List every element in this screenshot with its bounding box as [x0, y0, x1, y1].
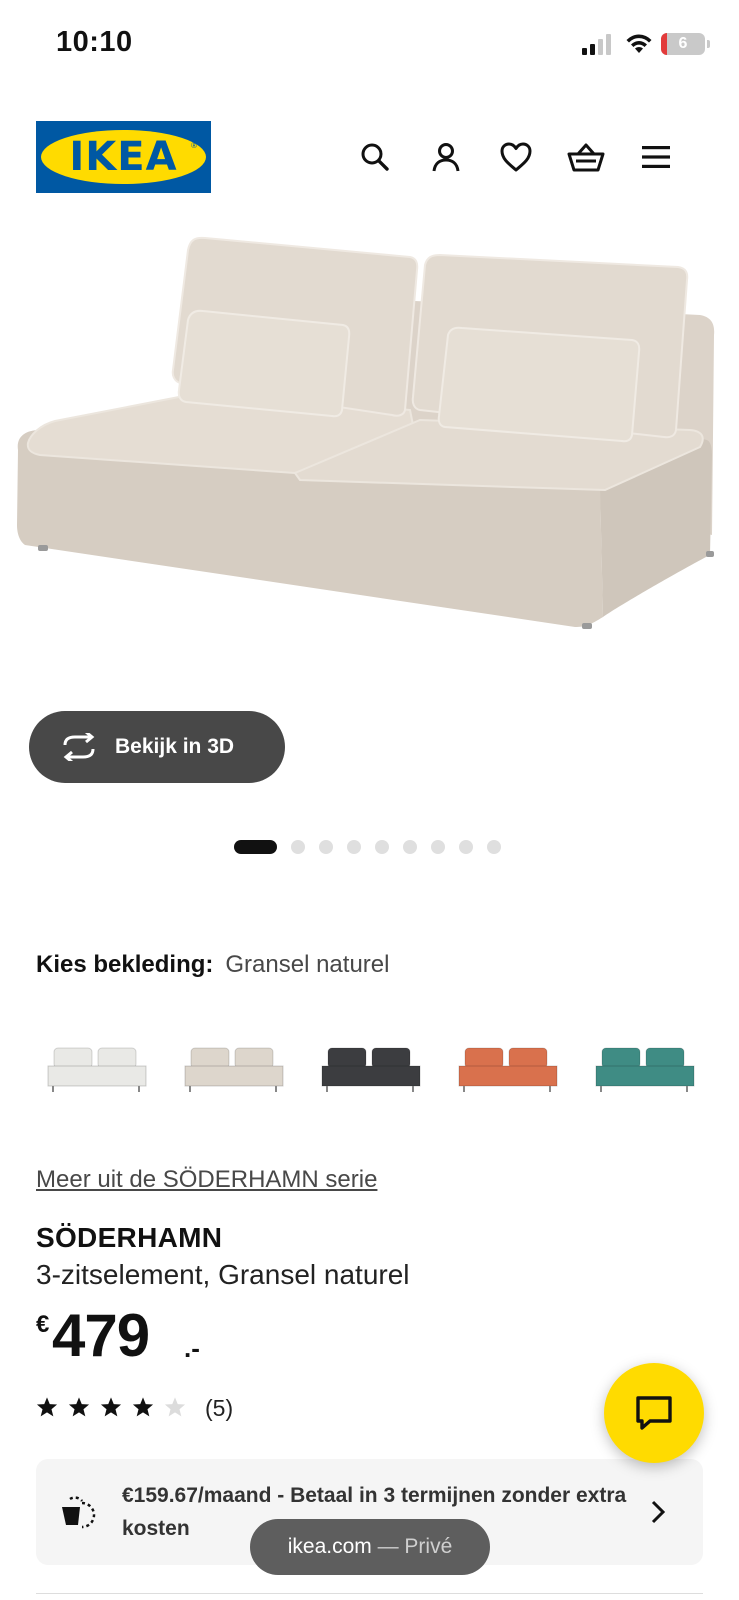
search-icon[interactable] [355, 137, 395, 177]
payment-installment-icon [62, 1496, 96, 1529]
star-filled-icon [68, 1397, 90, 1417]
cellular-signal-icon [582, 34, 611, 55]
upholstery-swatch[interactable] [46, 1030, 156, 1110]
rotate-3d-icon [63, 733, 95, 761]
upholstery-value: Gransel naturel [225, 951, 390, 978]
battery-icon: 6 [661, 33, 710, 55]
menu-icon[interactable] [636, 137, 676, 177]
product-name: SÖDERHAMN [36, 1222, 223, 1253]
battery-level: 6 [678, 35, 688, 52]
product-description: 3-zitselement, Gransel naturel [36, 1259, 410, 1290]
upholstery-label: Kies bekleding: [36, 951, 214, 978]
private-mode-label: — Privé [377, 1535, 453, 1558]
carousel-dot[interactable] [459, 840, 473, 854]
chat-button[interactable] [604, 1363, 704, 1463]
carousel-dot[interactable] [347, 840, 361, 854]
carousel-dot[interactable] [319, 840, 333, 854]
view-3d-label: Bekijk in 3D [115, 735, 235, 758]
price-integer: 479 [52, 1302, 150, 1369]
ikea-logo[interactable]: IKEA ® [36, 121, 211, 193]
carousel-dot[interactable] [291, 840, 305, 854]
carousel-dot[interactable] [234, 840, 277, 854]
image-carousel-dots[interactable] [234, 840, 501, 854]
price-currency: € [36, 1311, 50, 1338]
carousel-dot[interactable] [403, 840, 417, 854]
divider [36, 1593, 703, 1594]
view-3d-button[interactable]: Bekijk in 3D [29, 711, 285, 783]
star-filled-icon [100, 1397, 122, 1417]
url-domain: ikea.com [287, 1535, 372, 1558]
price-decimal: .- [184, 1333, 200, 1363]
upholstery-swatch[interactable] [594, 1030, 704, 1110]
carousel-dot[interactable] [487, 840, 501, 854]
review-count[interactable]: (5) [205, 1395, 233, 1422]
upholstery-swatch[interactable] [457, 1030, 567, 1110]
carousel-dot[interactable] [375, 840, 389, 854]
browser-url-pill[interactable]: ikea.com — Privé [250, 1519, 490, 1575]
product-image[interactable] [0, 225, 739, 700]
series-link[interactable]: Meer uit de SÖDERHAMN serie [36, 1166, 377, 1194]
account-icon[interactable] [426, 137, 466, 177]
upholstery-swatch[interactable] [320, 1030, 430, 1110]
star-filled-icon [36, 1397, 58, 1417]
upholstery-selector: Kies bekleding: Gransel naturel [36, 951, 389, 979]
rating-stars[interactable] [36, 1396, 186, 1418]
logo-text: IKEA [69, 134, 178, 180]
chat-icon [636, 1396, 672, 1430]
carousel-dot[interactable] [431, 840, 445, 854]
upholstery-swatch[interactable] [183, 1030, 293, 1110]
star-filled-icon [132, 1397, 154, 1417]
status-time: 10:10 [56, 26, 133, 58]
wifi-icon [626, 34, 652, 53]
heart-icon[interactable] [496, 137, 536, 177]
star-empty-icon [164, 1397, 186, 1417]
basket-icon[interactable] [566, 137, 606, 177]
chevron-right-icon [651, 1500, 666, 1524]
status-bar: 10:10 6 [0, 0, 739, 90]
